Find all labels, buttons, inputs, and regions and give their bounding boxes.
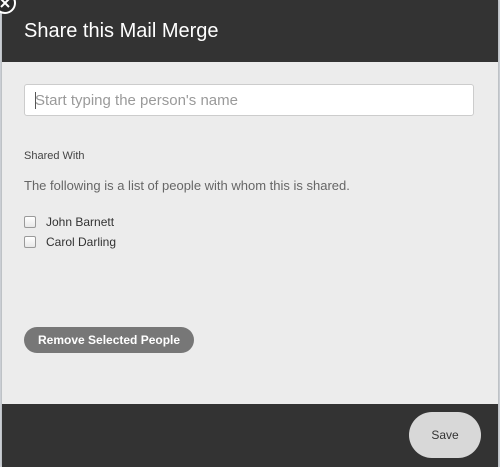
shared-with-label: Shared With [24, 150, 85, 162]
shared-people-list: John Barnett Carol Darling [24, 212, 116, 252]
save-button[interactable]: Save [409, 412, 481, 458]
person-search-input[interactable] [24, 84, 474, 116]
modal-header: Share this Mail Merge [2, 0, 498, 62]
remove-selected-people-button[interactable]: Remove Selected People [24, 327, 195, 353]
person-name: John Barnett [46, 215, 115, 229]
modal-body: Shared With The following is a list of p… [2, 62, 498, 404]
text-caret [35, 92, 36, 109]
share-modal: Share this Mail Merge Shared With The fo… [0, 0, 498, 467]
list-item[interactable]: Carol Darling [24, 232, 116, 252]
modal-title: Share this Mail Merge [24, 20, 219, 42]
modal-footer: Save [2, 404, 498, 467]
person-checkbox[interactable] [24, 216, 36, 228]
close-icon [0, 0, 10, 8]
shared-with-description: The following is a list of people with w… [24, 178, 350, 193]
person-name: Carol Darling [46, 235, 117, 249]
person-checkbox[interactable] [24, 236, 36, 248]
list-item[interactable]: John Barnett [24, 212, 116, 232]
